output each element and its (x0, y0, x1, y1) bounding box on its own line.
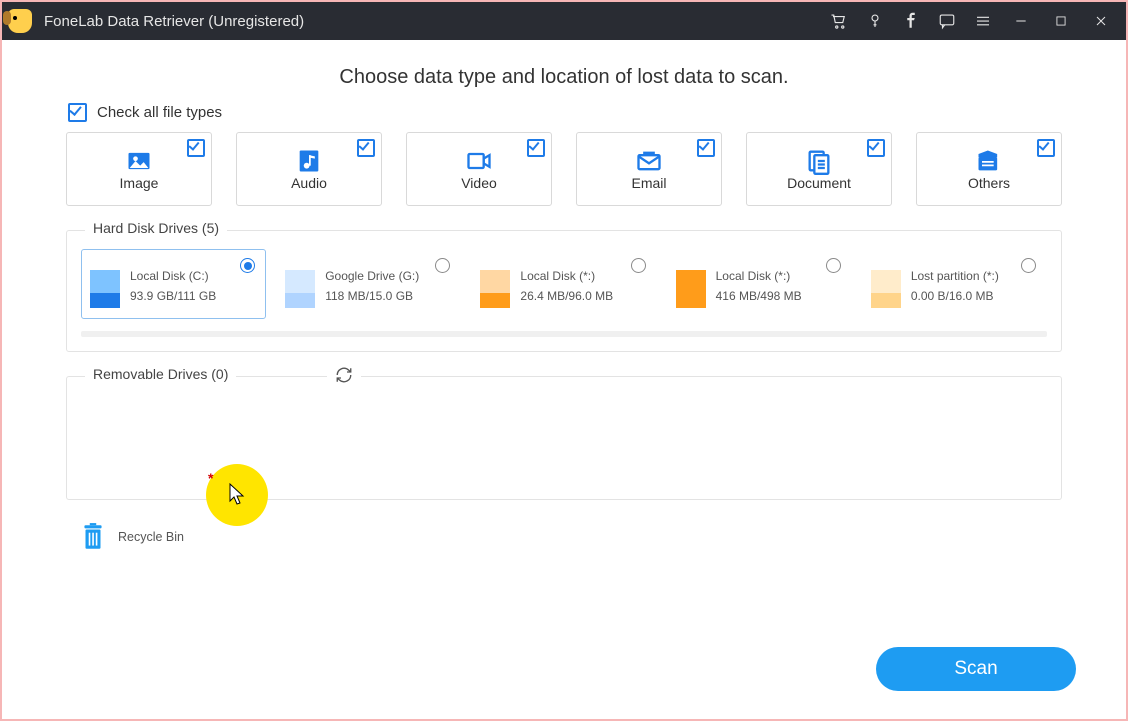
page-title: Choose data type and location of lost da… (10, 66, 1118, 89)
drive-name: Local Disk (C:) (130, 270, 216, 282)
facebook-icon[interactable] (902, 12, 920, 30)
content-area: Choose data type and location of lost da… (10, 40, 1118, 711)
removable-group: Removable Drives (0) (66, 376, 1062, 500)
filetype-checkbox[interactable] (527, 139, 545, 157)
filetype-checkbox[interactable] (697, 139, 715, 157)
filetype-checkbox[interactable] (1037, 139, 1055, 157)
filetype-tile-audio[interactable]: Audio (236, 132, 382, 206)
others-icon (975, 147, 1003, 171)
drive-option[interactable]: Lost partition (*:) 0.00 B/16.0 MB (862, 249, 1047, 319)
cart-icon[interactable] (830, 12, 848, 30)
hdd-drive-list: Local Disk (C:) 93.9 GB/111 GB Google Driv… (81, 249, 1047, 319)
drive-name: Local Disk (*:) (520, 270, 613, 282)
menu-icon[interactable] (974, 12, 992, 30)
filetype-tile-document[interactable]: Document (746, 132, 892, 206)
drive-size: 0.00 B/16.0 MB (911, 290, 999, 302)
drive-size: 118 MB/15.0 GB (325, 290, 419, 302)
filetype-tile-video[interactable]: Video (406, 132, 552, 206)
app-title: FoneLab Data Retriever (Unregistered) (44, 13, 304, 30)
drive-info: Local Disk (C:) 93.9 GB/111 GB (130, 270, 216, 308)
drive-option[interactable]: Google Drive (G:) 118 MB/15.0 GB (276, 249, 461, 319)
filetype-label: Image (120, 175, 159, 191)
recycle-radio[interactable] (238, 498, 253, 513)
titlebar: FoneLab Data Retriever (Unregistered) (2, 2, 1126, 40)
drive-name: Google Drive (G:) (325, 270, 419, 282)
drive-icon (480, 270, 510, 308)
refresh-removable-button[interactable] (327, 366, 361, 389)
scan-button[interactable]: Scan (876, 647, 1076, 691)
filetype-tile-image[interactable]: Image (66, 132, 212, 206)
feedback-icon[interactable] (938, 12, 956, 30)
drive-info: Local Disk (*:) 416 MB/498 MB (716, 270, 802, 308)
filetype-checkbox[interactable] (187, 139, 205, 157)
titlebar-icons (830, 10, 1126, 32)
drive-icon (90, 270, 120, 308)
email-icon (635, 147, 663, 171)
drive-radio[interactable] (631, 258, 646, 273)
audio-icon (295, 147, 323, 171)
drive-icon (676, 270, 706, 308)
filetype-label: Audio (291, 175, 327, 191)
drive-option[interactable]: Local Disk (C:) 93.9 GB/111 GB (81, 249, 266, 319)
app-logo (2, 3, 38, 39)
video-icon (465, 147, 493, 171)
document-icon (805, 147, 833, 171)
drive-radio[interactable] (435, 258, 450, 273)
drive-option[interactable]: Local Disk (*:) 26.4 MB/96.0 MB (471, 249, 656, 319)
image-icon (125, 147, 153, 171)
filetype-checkbox[interactable] (357, 139, 375, 157)
filetype-label: Video (461, 175, 497, 191)
drive-icon (871, 270, 901, 308)
drive-size: 93.9 GB/111 GB (130, 290, 216, 302)
recycle-bin-option[interactable]: Recycle Bin (80, 522, 1118, 552)
filetype-tiles: Image Audio Video Email Document Others (10, 132, 1118, 206)
close-button[interactable] (1090, 10, 1112, 32)
drive-info: Local Disk (*:) 26.4 MB/96.0 MB (520, 270, 613, 308)
minimize-button[interactable] (1010, 10, 1032, 32)
drive-radio[interactable] (240, 258, 255, 273)
drive-option[interactable]: Local Disk (*:) 416 MB/498 MB (667, 249, 852, 319)
filetype-label: Document (787, 175, 851, 191)
drive-radio[interactable] (1021, 258, 1036, 273)
filetype-label: Email (631, 175, 666, 191)
drive-info: Lost partition (*:) 0.00 B/16.0 MB (911, 270, 999, 308)
trash-icon (80, 522, 106, 552)
drive-size: 416 MB/498 MB (716, 290, 802, 302)
maximize-button[interactable] (1050, 10, 1072, 32)
app-window: FoneLab Data Retriever (Unregistered) Ch… (0, 0, 1128, 721)
key-icon[interactable] (866, 12, 884, 30)
drive-name: Lost partition (*:) (911, 270, 999, 282)
filetype-tile-email[interactable]: Email (576, 132, 722, 206)
hdd-group: Hard Disk Drives (5) Local Disk (C:)93.9… (66, 230, 1062, 352)
drive-info: Google Drive (G:) 118 MB/15.0 GB (325, 270, 419, 308)
filetype-tile-others[interactable]: Others (916, 132, 1062, 206)
check-all-checkbox[interactable] (68, 103, 87, 122)
hdd-scrollbar[interactable] (81, 331, 1047, 337)
drive-radio[interactable] (826, 258, 841, 273)
recycle-label: Recycle Bin (118, 530, 184, 544)
filetype-checkbox[interactable] (867, 139, 885, 157)
removable-legend: Removable Drives (0) (85, 366, 236, 382)
drive-size: 26.4 MB/96.0 MB (520, 290, 613, 302)
drive-name: Local Disk (*:) (716, 270, 802, 282)
filetype-label: Others (968, 175, 1010, 191)
check-all-row[interactable]: Check all file types (68, 103, 1118, 122)
hdd-legend: Hard Disk Drives (5) (85, 220, 227, 236)
drive-icon (285, 270, 315, 308)
check-all-label: Check all file types (97, 104, 222, 121)
